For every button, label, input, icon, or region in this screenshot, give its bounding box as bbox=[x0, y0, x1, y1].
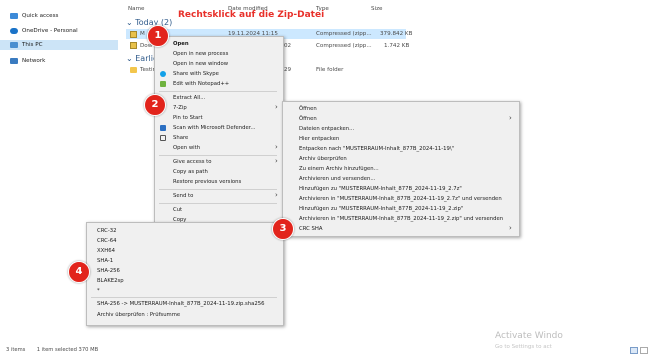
defender-icon bbox=[160, 125, 166, 131]
crc-sha-submenu: CRC-32 CRC-64 XXH64 SHA-1 SHA-256 BLAKE2… bbox=[86, 222, 284, 326]
chevron-right-icon: › bbox=[509, 114, 512, 122]
sidebar-item-label: Quick access bbox=[22, 13, 59, 19]
step-badge-4: 4 bbox=[68, 261, 90, 283]
sidebar-item-label: Network bbox=[22, 58, 46, 64]
sidebar-item-label: This PC bbox=[22, 42, 43, 48]
status-item-count: 3 items bbox=[6, 347, 26, 353]
chevron-right-icon: › bbox=[275, 143, 278, 151]
menu-separator bbox=[159, 155, 277, 156]
sidebar-item-label: OneDrive - Personal bbox=[22, 28, 78, 34]
menu-item-hier-entpacken[interactable]: Hier entpacken bbox=[299, 136, 339, 142]
activation-watermark-subtitle: Go to Settings to act bbox=[495, 344, 552, 350]
chevron-right-icon: › bbox=[275, 191, 278, 199]
sidebar-item-this-pc[interactable]: This PC bbox=[0, 40, 118, 50]
menu-item-share[interactable]: Share bbox=[173, 135, 188, 141]
file-name[interactable]: M bbox=[140, 31, 145, 37]
menu-item-archivieren-versenden[interactable]: Archivieren und versenden... bbox=[299, 176, 375, 182]
file-date: 29 bbox=[284, 67, 292, 73]
menu-item-archivieren-zip-versenden[interactable]: Archivieren in "MUSTERRAUM-Inhalt_877B_2… bbox=[299, 216, 503, 222]
menu-separator bbox=[159, 203, 277, 204]
file-size: 379.842 KB bbox=[380, 31, 413, 37]
file-size: 1.742 KB bbox=[384, 43, 410, 49]
menu-item-pin-start[interactable]: Pin to Start bbox=[173, 115, 203, 121]
chevron-right-icon: › bbox=[275, 157, 278, 165]
context-menu: Open Open in new process Open in new win… bbox=[154, 36, 284, 226]
menu-item-give-access[interactable]: Give access to bbox=[173, 159, 212, 165]
step-badge-1: 1 bbox=[147, 25, 169, 47]
step-badge-3: 3 bbox=[272, 218, 294, 240]
menu-item-crc64[interactable]: CRC-64 bbox=[97, 238, 116, 244]
menu-item-xxh64[interactable]: XXH64 bbox=[97, 248, 115, 254]
menu-item-share-skype[interactable]: Share with Skype bbox=[173, 71, 219, 77]
star-icon bbox=[10, 13, 18, 19]
large-icons-view-icon[interactable] bbox=[640, 347, 648, 354]
menu-item-sha256-file[interactable]: SHA-256 -> MUSTERRAUM-Inhalt_877B_2024-1… bbox=[97, 301, 264, 307]
menu-item-hinzufuegen-zip[interactable]: Hinzufügen zu "MUSTERRAUM-Inhalt_877B_20… bbox=[299, 206, 463, 212]
menu-item-cut[interactable]: Cut bbox=[173, 207, 182, 213]
menu-separator bbox=[91, 297, 277, 298]
menu-item-archiv-pruefsumme[interactable]: Archiv überprüfen : Prüfsumme bbox=[97, 312, 180, 318]
sidebar-item-quick-access[interactable]: Quick access bbox=[0, 11, 118, 21]
group-header-today[interactable]: ⌄ Today (2) bbox=[126, 18, 172, 27]
activation-watermark-title: Activate Windo bbox=[495, 331, 563, 341]
menu-item-hinzufuegen-7z[interactable]: Hinzufügen zu "MUSTERRAUM-Inhalt_877B_20… bbox=[299, 186, 462, 192]
zip-file-icon bbox=[130, 31, 137, 38]
menu-item-dateien-entpacken[interactable]: Dateien entpacken... bbox=[299, 126, 354, 132]
file-type: Compressed (zipp... bbox=[316, 31, 372, 37]
menu-item-oeffnen-sub[interactable]: Öffnen bbox=[299, 116, 317, 122]
menu-item-restore-versions[interactable]: Restore previous versions bbox=[173, 179, 241, 185]
details-view-icon[interactable] bbox=[630, 347, 638, 354]
menu-item-entpacken-nach[interactable]: Entpacken nach "MUSTERRAUM-Inhalt_877B_2… bbox=[299, 146, 454, 152]
zip-file-icon bbox=[130, 42, 137, 49]
sidebar-item-network[interactable]: Network bbox=[0, 56, 118, 66]
menu-item-archivieren-7z-versenden[interactable]: Archivieren in "MUSTERRAUM-Inhalt_877B_2… bbox=[299, 196, 502, 202]
file-type: File folder bbox=[316, 67, 344, 73]
menu-item-blake2sp[interactable]: BLAKE2sp bbox=[97, 278, 124, 284]
folder-icon bbox=[130, 67, 137, 73]
menu-item-scan-defender[interactable]: Scan with Microsoft Defender... bbox=[173, 125, 255, 131]
menu-item-open-new-process[interactable]: Open in new process bbox=[173, 51, 228, 57]
share-icon bbox=[160, 135, 166, 141]
menu-separator bbox=[159, 189, 277, 190]
annotation-text: Rechtsklick auf die Zip-Datei bbox=[178, 10, 325, 20]
menu-separator bbox=[159, 91, 277, 92]
menu-item-sha1[interactable]: SHA-1 bbox=[97, 258, 113, 264]
menu-item-sha256[interactable]: SHA-256 bbox=[97, 268, 120, 274]
menu-item-7zip[interactable]: 7-Zip bbox=[173, 105, 187, 111]
file-type: Compressed (zipp... bbox=[316, 43, 372, 49]
menu-item-open-with[interactable]: Open with bbox=[173, 145, 200, 151]
menu-item-zu-archiv-hinzufuegen[interactable]: Zu einem Archiv hinzufügen... bbox=[299, 166, 379, 172]
column-header-name[interactable]: Name bbox=[128, 6, 145, 12]
menu-item-edit-notepad[interactable]: Edit with Notepad++ bbox=[173, 81, 229, 87]
7zip-submenu: Öffnen Öffnen › Dateien entpacken... Hie… bbox=[282, 101, 520, 237]
menu-item-open[interactable]: Open bbox=[173, 41, 189, 47]
menu-item-archiv-ueberpruefen[interactable]: Archiv überprüfen bbox=[299, 156, 347, 162]
status-selection: 1 item selected 370 MB bbox=[36, 347, 99, 353]
column-header-size[interactable]: Size bbox=[371, 6, 382, 12]
computer-icon bbox=[10, 42, 18, 48]
menu-item-open-new-window[interactable]: Open in new window bbox=[173, 61, 228, 67]
menu-item-oeffnen[interactable]: Öffnen bbox=[299, 106, 317, 112]
notepad-plus-plus-icon bbox=[160, 81, 166, 87]
step-badge-2: 2 bbox=[144, 94, 166, 116]
skype-icon bbox=[160, 71, 166, 77]
chevron-right-icon: › bbox=[509, 224, 512, 232]
menu-item-crc-sha[interactable]: CRC SHA bbox=[299, 226, 322, 232]
menu-item-all[interactable]: * bbox=[97, 288, 100, 294]
network-icon bbox=[10, 58, 18, 64]
file-date: 02 bbox=[284, 43, 292, 49]
menu-item-send-to[interactable]: Send to bbox=[173, 193, 193, 199]
cloud-icon bbox=[10, 28, 18, 34]
chevron-right-icon: › bbox=[275, 103, 278, 111]
sidebar-item-onedrive[interactable]: OneDrive - Personal bbox=[0, 26, 118, 36]
menu-item-extract-all[interactable]: Extract All... bbox=[173, 95, 205, 101]
menu-item-copy-path[interactable]: Copy as path bbox=[173, 169, 208, 175]
status-bar: 3 items 1 item selected 370 MB bbox=[6, 347, 99, 353]
menu-item-crc32[interactable]: CRC-32 bbox=[97, 228, 116, 234]
